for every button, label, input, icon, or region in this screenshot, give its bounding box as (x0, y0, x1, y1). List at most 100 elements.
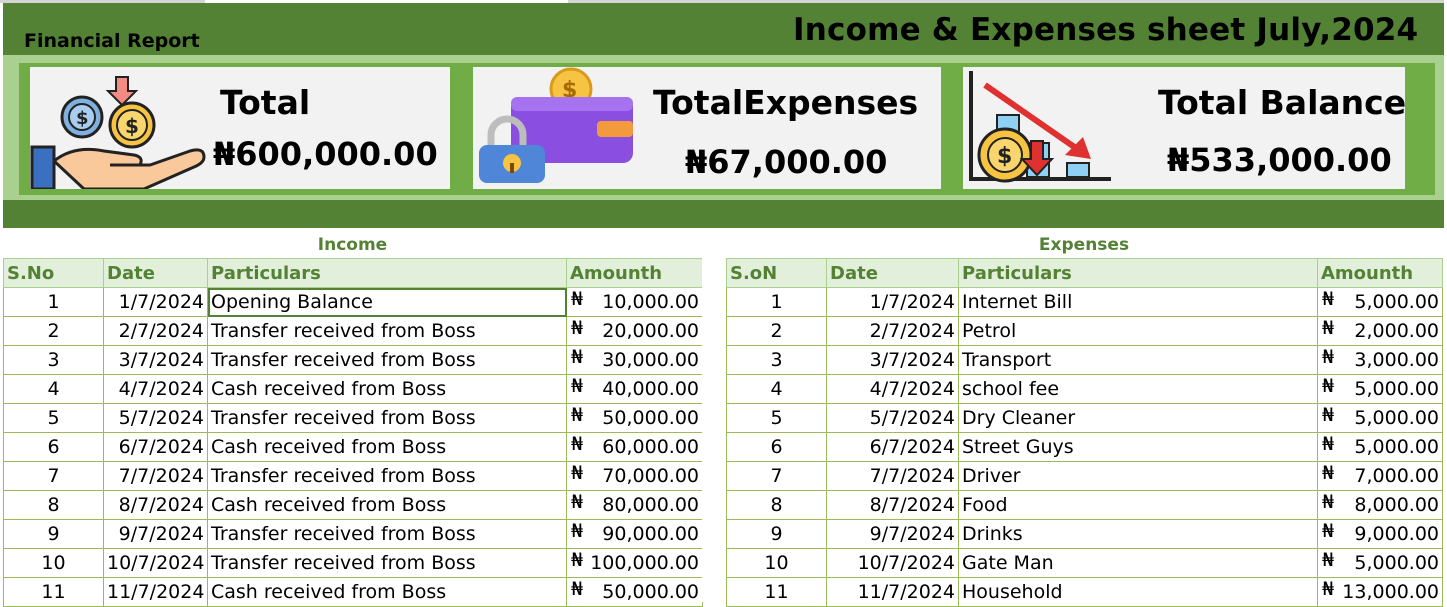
expenses-row-number[interactable]: 5 (726, 403, 827, 433)
expenses-col-particulars[interactable]: Particulars (958, 258, 1318, 288)
income-col-date[interactable]: Date (103, 258, 208, 288)
income-row-number[interactable]: 5 (3, 403, 104, 433)
expenses-row-number[interactable]: 7 (726, 461, 827, 491)
income-row-date[interactable]: 3/7/2024 (103, 345, 208, 375)
income-row-number[interactable]: 8 (3, 490, 104, 520)
income-row-particulars[interactable]: Cash received from Boss (207, 374, 567, 404)
sheet-title[interactable]: Income & Expenses sheet July,2024 (793, 12, 1418, 48)
income-title[interactable]: Income (3, 235, 702, 255)
expenses-row-particulars[interactable]: Drinks (958, 519, 1318, 549)
expenses-row-amount[interactable]: ₦ 5,000.00 (1317, 548, 1443, 578)
expenses-col-date[interactable]: Date (826, 258, 959, 288)
income-row-number[interactable]: 10 (3, 548, 104, 578)
expenses-row-date[interactable]: 5/7/2024 (826, 403, 959, 433)
report-label[interactable]: Financial Report (24, 30, 200, 52)
income-row-amount[interactable]: ₦ 50,000.00 (566, 403, 703, 433)
income-row-particulars[interactable]: Transfer received from Boss (207, 548, 567, 578)
income-row-number[interactable]: 2 (3, 316, 104, 346)
expenses-row-date[interactable]: 6/7/2024 (826, 432, 959, 462)
expenses-row-particulars[interactable]: Dry Cleaner (958, 403, 1318, 433)
income-row-number[interactable]: 1 (3, 287, 104, 317)
expenses-row-amount[interactable]: ₦ 7,000.00 (1317, 461, 1443, 491)
expenses-row-particulars[interactable]: Gate Man (958, 548, 1318, 578)
income-col-particulars[interactable]: Particulars (207, 258, 567, 288)
income-row-date[interactable]: 2/7/2024 (103, 316, 208, 346)
expenses-row-date[interactable]: 7/7/2024 (826, 461, 959, 491)
total-expenses-card[interactable]: $ TotalExpenses ₦67,000.00 (473, 67, 941, 189)
income-row-number[interactable]: 4 (3, 374, 104, 404)
expenses-row-number[interactable]: 9 (726, 519, 827, 549)
expenses-col-sno[interactable]: S.oN (726, 258, 827, 288)
expenses-row-particulars[interactable]: Household (958, 577, 1318, 607)
income-row-date[interactable]: 1/7/2024 (103, 287, 208, 317)
income-row-amount[interactable]: ₦ 90,000.00 (566, 519, 703, 549)
expenses-row-amount[interactable]: ₦ 3,000.00 (1317, 345, 1443, 375)
income-row-particulars[interactable]: Transfer received from Boss (207, 316, 567, 346)
income-row-particulars[interactable]: Opening Balance (207, 287, 567, 317)
income-row-particulars[interactable]: Transfer received from Boss (207, 345, 567, 375)
income-row-amount[interactable]: ₦ 20,000.00 (566, 316, 703, 346)
income-row-date[interactable]: 9/7/2024 (103, 519, 208, 549)
expenses-row-number[interactable]: 2 (726, 316, 827, 346)
income-row-particulars[interactable]: Cash received from Boss (207, 490, 567, 520)
expenses-row-date[interactable]: 2/7/2024 (826, 316, 959, 346)
expenses-col-amount[interactable]: Amounth (1317, 258, 1443, 288)
income-row-amount[interactable]: ₦ 80,000.00 (566, 490, 703, 520)
expenses-row-date[interactable]: 11/7/2024 (826, 577, 959, 607)
income-row-date[interactable]: 7/7/2024 (103, 461, 208, 491)
expenses-row-number[interactable]: 8 (726, 490, 827, 520)
expenses-row-particulars[interactable]: Driver (958, 461, 1318, 491)
income-row-amount[interactable]: ₦ 40,000.00 (566, 374, 703, 404)
income-row-amount[interactable]: ₦ 100,000.00 (566, 548, 703, 578)
expenses-row-number[interactable]: 11 (726, 577, 827, 607)
expenses-row-number[interactable]: 6 (726, 432, 827, 462)
expenses-row-particulars[interactable]: Transport (958, 345, 1318, 375)
expenses-row-amount[interactable]: ₦ 5,000.00 (1317, 403, 1443, 433)
income-col-sno[interactable]: S.No (3, 258, 104, 288)
income-row-number[interactable]: 7 (3, 461, 104, 491)
income-row-particulars[interactable]: Cash received from Boss (207, 432, 567, 462)
expenses-row-particulars[interactable]: school fee (958, 374, 1318, 404)
income-row-date[interactable]: 11/7/2024 (103, 577, 208, 607)
income-row-particulars[interactable]: Transfer received from Boss (207, 519, 567, 549)
expenses-row-amount[interactable]: ₦ 5,000.00 (1317, 432, 1443, 462)
expenses-row-amount[interactable]: ₦ 2,000.00 (1317, 316, 1443, 346)
expenses-row-particulars[interactable]: Internet Bill (958, 287, 1318, 317)
expenses-row-number[interactable]: 10 (726, 548, 827, 578)
expenses-row-number[interactable]: 4 (726, 374, 827, 404)
income-row-number[interactable]: 11 (3, 577, 104, 607)
income-row-date[interactable]: 4/7/2024 (103, 374, 208, 404)
expenses-row-number[interactable]: 1 (726, 287, 827, 317)
expenses-row-particulars[interactable]: Petrol (958, 316, 1318, 346)
expenses-row-number[interactable]: 3 (726, 345, 827, 375)
total-income-card[interactable]: $ $ Total ₦600,000.00 (30, 67, 450, 189)
income-row-date[interactable]: 6/7/2024 (103, 432, 208, 462)
expenses-row-date[interactable]: 10/7/2024 (826, 548, 959, 578)
income-row-amount[interactable]: ₦ 10,000.00 (566, 287, 703, 317)
income-row-date[interactable]: 8/7/2024 (103, 490, 208, 520)
expenses-row-particulars[interactable]: Street Guys (958, 432, 1318, 462)
income-row-amount[interactable]: ₦ 60,000.00 (566, 432, 703, 462)
expenses-row-date[interactable]: 4/7/2024 (826, 374, 959, 404)
expenses-row-amount[interactable]: ₦ 5,000.00 (1317, 374, 1443, 404)
expenses-title[interactable]: Expenses (726, 235, 1442, 255)
expenses-row-date[interactable]: 8/7/2024 (826, 490, 959, 520)
expenses-row-amount[interactable]: ₦ 13,000.00 (1317, 577, 1443, 607)
expenses-row-date[interactable]: 9/7/2024 (826, 519, 959, 549)
income-row-amount[interactable]: ₦ 30,000.00 (566, 345, 703, 375)
expenses-row-amount[interactable]: ₦ 5,000.00 (1317, 287, 1443, 317)
income-row-number[interactable]: 3 (3, 345, 104, 375)
income-row-date[interactable]: 5/7/2024 (103, 403, 208, 433)
expenses-row-date[interactable]: 3/7/2024 (826, 345, 959, 375)
income-row-number[interactable]: 6 (3, 432, 104, 462)
income-row-number[interactable]: 9 (3, 519, 104, 549)
income-row-particulars[interactable]: Transfer received from Boss (207, 403, 567, 433)
income-col-amount[interactable]: Amounth (566, 258, 703, 288)
expenses-row-date[interactable]: 1/7/2024 (826, 287, 959, 317)
income-row-particulars[interactable]: Transfer received from Boss (207, 461, 567, 491)
income-row-amount[interactable]: ₦ 50,000.00 (566, 577, 703, 607)
income-row-particulars[interactable]: Cash received from Boss (207, 577, 567, 607)
income-row-amount[interactable]: ₦ 70,000.00 (566, 461, 703, 491)
expenses-row-amount[interactable]: ₦ 8,000.00 (1317, 490, 1443, 520)
income-row-date[interactable]: 10/7/2024 (103, 548, 208, 578)
